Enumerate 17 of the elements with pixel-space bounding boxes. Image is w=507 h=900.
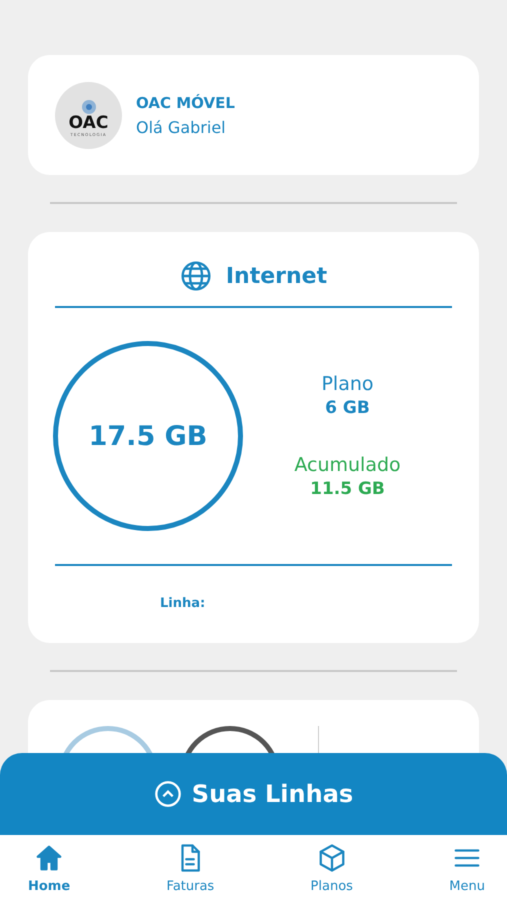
nav-item[interactable]: Faturas — [166, 843, 214, 900]
greeting: Olá Gabriel — [136, 118, 227, 136]
brand-name: OAC MÓVEL — [136, 94, 235, 112]
lines-sheet-button[interactable]: Suas Linhas — [0, 753, 507, 835]
accumulated-label: Acumulado — [294, 454, 401, 476]
card-title: Internet — [226, 264, 328, 288]
nav-item[interactable]: Planos — [310, 843, 353, 900]
plan-value: 6 GB — [325, 398, 370, 418]
logo-text: OAC — [68, 114, 108, 132]
line-label: Linha: — [159, 595, 206, 611]
globe-icon — [180, 260, 212, 292]
total-usage: 17.5 GB — [88, 420, 208, 452]
cube-icon — [316, 843, 347, 873]
accumulated-value: 11.5 GB — [310, 479, 385, 499]
nav-item[interactable]: Menu — [449, 843, 485, 900]
nav-item[interactable]: Home — [28, 843, 70, 900]
plan-label: Plano — [321, 373, 374, 395]
